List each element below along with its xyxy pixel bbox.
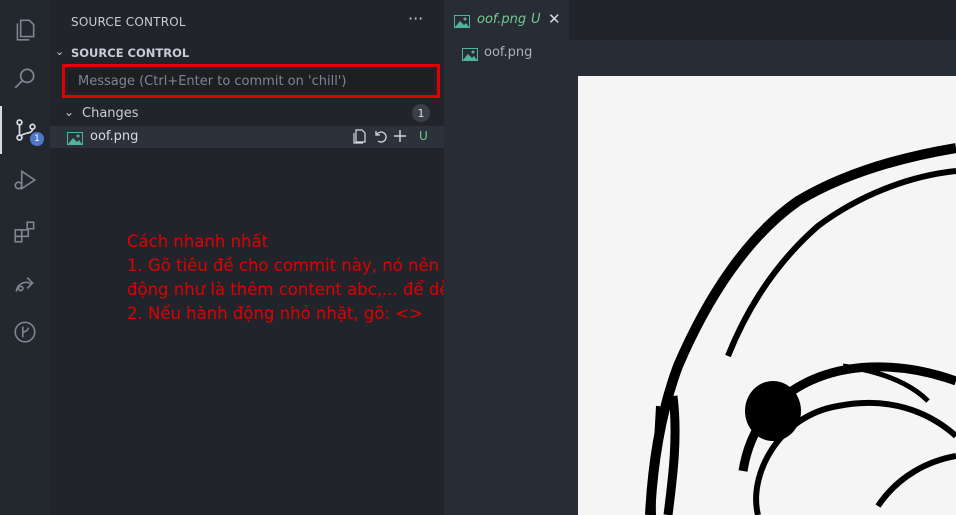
chevron-down-icon: ⌄	[55, 45, 65, 58]
more-actions-button[interactable]: ···	[408, 9, 423, 28]
sidebar-title: SOURCE CONTROL	[71, 15, 186, 29]
commit-message-input[interactable]	[68, 70, 434, 92]
rage-face-image	[645, 143, 956, 515]
editor-tab-bar: oof.png U ✕	[444, 0, 956, 40]
changes-count-badge: 1	[412, 104, 430, 122]
source-control-sidebar: SOURCE CONTROL ··· ⌄ SOURCE CONTROL ⌄ Ch…	[50, 0, 573, 515]
changed-file-row[interactable]: oof.png U	[50, 126, 444, 148]
image-file-icon	[462, 46, 478, 65]
run-debug-icon[interactable]	[0, 156, 50, 204]
breadcrumb-file: oof.png	[484, 45, 533, 60]
stage-changes-icon[interactable]	[392, 128, 408, 148]
image-preview	[578, 76, 956, 515]
remote-share-icon[interactable]	[0, 259, 50, 307]
search-icon[interactable]	[0, 54, 50, 102]
source-control-section-header[interactable]: ⌄ SOURCE CONTROL	[50, 43, 444, 63]
discard-changes-icon[interactable]	[372, 128, 388, 148]
git-graph-icon[interactable]	[0, 308, 50, 356]
changed-file-name: oof.png	[90, 129, 139, 144]
extensions-icon[interactable]	[0, 208, 50, 256]
source-control-icon[interactable]: 1	[0, 106, 50, 154]
open-file-icon[interactable]	[352, 128, 368, 148]
source-control-badge: 1	[30, 132, 44, 146]
tab-oof-png[interactable]: oof.png U ✕	[444, 0, 569, 40]
image-file-icon	[67, 130, 83, 149]
untracked-status: U	[419, 129, 428, 143]
tab-label: oof.png	[477, 12, 527, 27]
chevron-down-icon: ⌄	[64, 105, 75, 119]
activity-bar: 1	[0, 0, 50, 515]
changes-group-header[interactable]: ⌄ Changes 1	[50, 104, 444, 124]
close-icon[interactable]: ✕	[548, 10, 561, 28]
highlight-box	[62, 64, 440, 98]
changes-label: Changes	[82, 106, 139, 121]
tab-status: U	[531, 12, 541, 27]
image-file-icon	[454, 13, 470, 32]
section-title: SOURCE CONTROL	[71, 46, 190, 60]
explorer-icon[interactable]	[0, 6, 50, 54]
